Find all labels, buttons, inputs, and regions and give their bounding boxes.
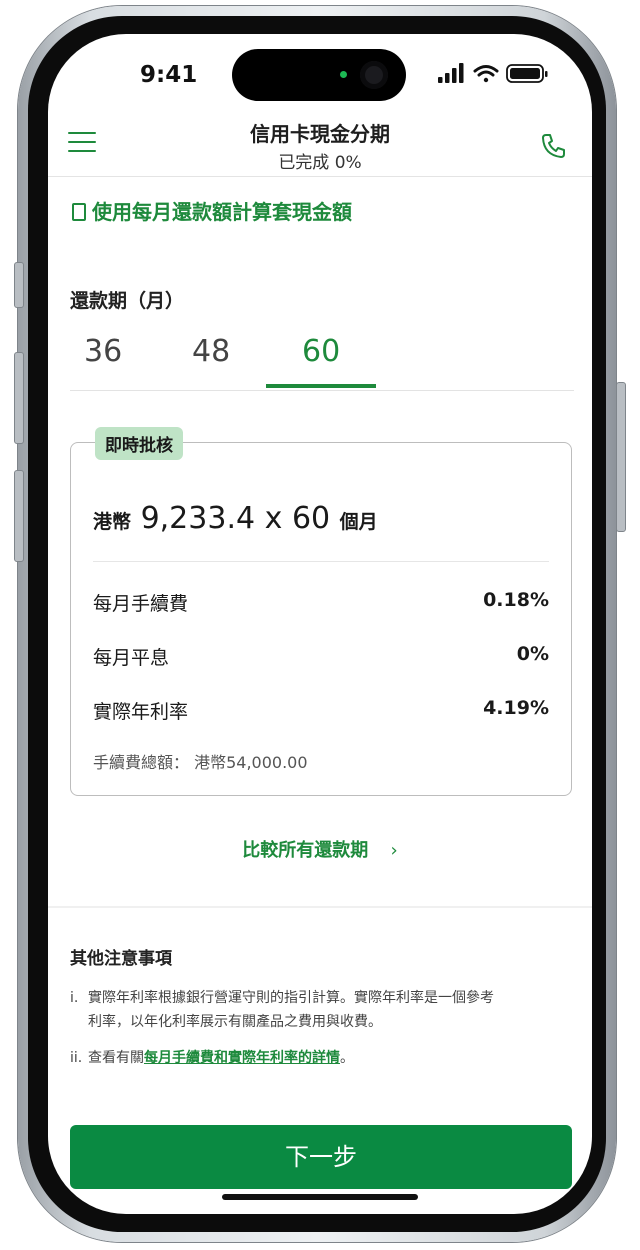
total-fee: 手續費總額： 港幣54,000.00 [93, 749, 308, 773]
chevron-right-icon: › [390, 840, 398, 861]
monthly-flat-rate-row: 每月平息 0% [93, 643, 549, 670]
tab-period-36[interactable]: 36 [84, 334, 122, 369]
note-suffix: 。 [340, 1050, 354, 1066]
repayment-period-label: 還款期（月） [70, 290, 185, 312]
compare-label: 比較所有還款期 [242, 840, 369, 861]
section-heading: 使用每月還款額計算套現金額 [72, 196, 352, 225]
volume-up-button [14, 352, 24, 444]
row-value: 0.18% [483, 589, 549, 611]
months-unit: 個月 [339, 511, 378, 533]
page-title: 信用卡現金分期 [250, 122, 390, 146]
section-divider [48, 906, 592, 908]
row-value: 4.19% [483, 697, 549, 719]
currency-label: 港幣 [93, 511, 132, 533]
monthly-handling-fee-row: 每月手續費 0.18% [93, 589, 549, 616]
total-fee-label: 手續費總額： [93, 753, 190, 772]
tab-period-60[interactable]: 60 [302, 334, 340, 369]
progress-text: 已完成 0% [278, 153, 362, 173]
card-divider [93, 561, 549, 562]
total-fee-value: 港幣54,000.00 [194, 753, 308, 772]
months-count: 60 [291, 501, 331, 536]
row-label: 每月手續費 [93, 593, 189, 615]
note-item-1: i. 實際年利率根據銀行營運守則的指引計算。實際年利率是一個參考 利率，以年化利率… [70, 986, 570, 1034]
row-label: 每月平息 [93, 647, 170, 669]
status-time: 9:41 [140, 62, 198, 88]
next-step-button[interactable]: 下一步 [70, 1125, 572, 1189]
offer-card: 即時批核 港幣 9,233.4 x 60 個月 每月手續費 0.18% 每月平息… [70, 427, 572, 796]
monthly-payment-summary: 港幣 9,233.4 x 60 個月 [93, 501, 378, 536]
camera-indicator-dot [340, 71, 347, 78]
status-icons [438, 63, 548, 83]
tab-period-48[interactable]: 48 [192, 334, 230, 369]
section-heading-text: 使用每月還款額計算套現金額 [92, 200, 352, 224]
notes-title: 其他注意事項 [70, 949, 172, 969]
note-text-line1: 實際年利率根據銀行營運守則的指引計算。實際年利率是一個參考 [88, 990, 494, 1006]
apr-row: 實際年利率 4.19% [93, 697, 549, 724]
action-button [14, 262, 24, 308]
note-number: i. [70, 990, 79, 1006]
note-text-line2: 利率，以年化利率展示有關產品之費用與收費。 [88, 1014, 382, 1030]
note-item-2: ii. 查看有關每月手續費和實際年利率的詳情。 [70, 1046, 570, 1070]
repayment-period-tabs: 36 48 60 [70, 330, 574, 391]
fee-apr-details-link[interactable]: 每月手續費和實際年利率的詳情 [144, 1050, 340, 1066]
phone-call-icon[interactable] [540, 132, 568, 160]
note-prefix: 查看有關 [88, 1050, 144, 1066]
wifi-icon [473, 65, 499, 83]
monthly-amount: 9,233.4 [140, 501, 256, 536]
compare-all-periods-link[interactable]: 比較所有還款期 › [48, 836, 592, 862]
instant-approval-badge: 即時批核 [95, 427, 183, 460]
home-indicator[interactable] [222, 1194, 418, 1200]
power-button [616, 382, 626, 532]
screen: 9:41 信用卡現金分期 已完成 0% 使用每月還款額計算套現金額 還款期（月）… [48, 34, 592, 1214]
volume-down-button [14, 470, 24, 562]
note-number: ii. [70, 1050, 83, 1066]
times-sign: x [264, 501, 283, 536]
active-tab-underline [266, 384, 376, 388]
battery-icon [506, 64, 548, 83]
app-header: 信用卡現金分期 已完成 0% [48, 114, 592, 177]
cellular-signal-icon [438, 63, 464, 83]
dynamic-island [232, 49, 406, 101]
row-label: 實際年利率 [93, 701, 189, 723]
calculator-icon [72, 203, 86, 221]
camera-lens-icon [360, 61, 388, 89]
row-value: 0% [516, 643, 549, 665]
